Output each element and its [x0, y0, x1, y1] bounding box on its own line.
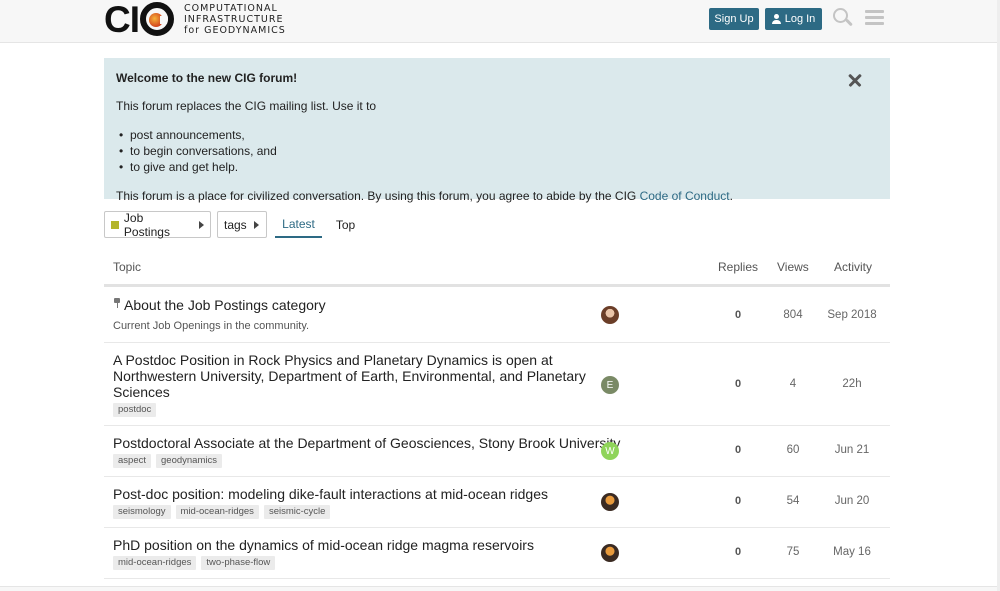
welcome-banner: Welcome to the new CIG forum! This forum…	[104, 58, 890, 203]
logo-text-line1: COMPUTATIONAL	[184, 2, 278, 14]
code-of-conduct-link[interactable]: Code of Conduct	[640, 189, 730, 203]
user-icon	[771, 14, 781, 24]
views-count: 75	[786, 546, 800, 558]
banner-footer-text: This forum is a place for civilized conv…	[116, 189, 640, 203]
activity-date[interactable]: 22h	[822, 378, 882, 390]
banner-list-item: to begin conversations, and	[116, 143, 878, 159]
logo-mark-letters: CI	[104, 0, 140, 40]
log-in-label: Log In	[784, 13, 816, 25]
logo-text-line2: INFRASTRUCTURE	[184, 13, 284, 25]
topic-title-link[interactable]: PhD position on the dynamics of mid-ocea…	[113, 537, 534, 553]
close-icon[interactable]	[848, 73, 862, 87]
log-in-button[interactable]: Log In	[765, 8, 822, 30]
banner-list: post announcements, to begin conversatio…	[116, 127, 878, 175]
views-count: 4	[789, 378, 797, 390]
table-row: About the Job Postings category Current …	[104, 287, 890, 343]
banner-footer: This forum is a place for civilized conv…	[116, 189, 878, 203]
tag-list: postdoc	[113, 403, 157, 417]
views-count: 54	[786, 495, 800, 507]
tags-dropdown-label: tags	[224, 217, 247, 232]
banner-intro: This forum replaces the CIG mailing list…	[116, 99, 377, 113]
table-row: Postdoctoral Associate at the Department…	[104, 426, 890, 477]
topic-list-header: Topic Replies Views Activity	[104, 250, 890, 287]
replies-count: 0	[734, 546, 742, 558]
tag-seismic-cycle[interactable]: seismic-cycle	[263, 505, 331, 519]
activity-date[interactable]: Jun 20	[822, 495, 882, 507]
activity-date[interactable]: May 16	[822, 546, 882, 558]
tag-two-phase-flow[interactable]: two-phase-flow	[201, 556, 276, 570]
pin-icon	[113, 298, 121, 308]
topic-title-link[interactable]: About the Job Postings category	[113, 297, 326, 313]
tag-mid-ocean-ridges[interactable]: mid-ocean-ridges	[175, 505, 259, 519]
topic-title-link[interactable]: A Postdoc Position in Rock Physics and P…	[113, 352, 586, 400]
activity-date[interactable]: Sep 2018	[822, 309, 882, 321]
avatar[interactable]	[601, 493, 619, 511]
avatar[interactable]	[601, 544, 619, 562]
tag-list: mid-ocean-ridges two-phase-flow	[113, 556, 276, 570]
category-dropdown[interactable]: Job Postings	[104, 210, 211, 239]
cig-logo[interactable]: CI COMPUTATIONAL INFRASTRUCTURE for GEOD…	[104, 1, 286, 38]
sign-up-button[interactable]: Sign Up	[709, 8, 759, 30]
banner-footer-end: .	[729, 189, 733, 203]
replies-count: 0	[734, 309, 742, 321]
site-header: CI COMPUTATIONAL INFRASTRUCTURE for GEOD…	[0, 0, 1000, 43]
topic-title-link[interactable]: Post-doc position: modeling dike-fault i…	[113, 486, 548, 502]
tag-geodynamics[interactable]: geodynamics	[156, 454, 222, 468]
banner-list-item: post announcements,	[116, 127, 878, 143]
page-bottom-edge	[0, 586, 1000, 591]
topic-title-link[interactable]: Postdoctoral Associate at the Department…	[113, 435, 620, 451]
activity-date[interactable]: Jun 21	[822, 444, 882, 456]
tab-latest[interactable]: Latest	[275, 211, 322, 238]
category-color-swatch	[111, 220, 119, 229]
table-row: PhD position on the dynamics of mid-ocea…	[104, 528, 890, 579]
caret-right-icon	[253, 220, 259, 229]
tag-mid-ocean-ridges[interactable]: mid-ocean-ridges	[113, 556, 197, 570]
tab-top[interactable]: Top	[333, 211, 358, 238]
banner-list-item: to give and get help.	[116, 159, 878, 175]
tag-postdoc[interactable]: postdoc	[113, 403, 157, 417]
views-count: 804	[783, 309, 803, 321]
topic-title-line: Northwestern University, Department of E…	[113, 368, 586, 384]
table-row: A Postdoc Position in Rock Physics and P…	[104, 343, 890, 426]
caret-right-icon	[199, 220, 204, 229]
hamburger-icon[interactable]	[865, 9, 884, 26]
table-row: Post-doc position: modeling dike-fault i…	[104, 477, 890, 528]
category-dropdown-label: Job Postings	[123, 210, 170, 239]
views-count: 60	[786, 444, 800, 456]
logo-mark: CI	[104, 1, 174, 38]
logo-g-icon	[140, 2, 174, 36]
banner-title: Welcome to the new CIG forum!	[116, 71, 298, 85]
topic-title-line: A Postdoc Position in Rock Physics and P…	[113, 352, 553, 368]
replies-count: 0	[734, 444, 742, 456]
search-icon[interactable]	[833, 8, 853, 28]
column-header-replies[interactable]: Replies	[718, 260, 758, 274]
topic-title-text: About the Job Postings category	[124, 297, 326, 313]
logo-text: COMPUTATIONAL INFRASTRUCTURE for GEODYNA…	[184, 3, 286, 36]
column-header-activity[interactable]: Activity	[834, 260, 872, 274]
avatar[interactable]: W	[601, 442, 619, 460]
avatar[interactable]	[601, 306, 619, 324]
tag-list: aspect geodynamics	[113, 454, 222, 468]
topic-excerpt: Current Job Openings in the community.	[113, 320, 310, 332]
replies-count: 0	[734, 495, 742, 507]
column-header-views[interactable]: Views	[777, 260, 809, 274]
replies-count: 0	[734, 378, 742, 390]
tag-aspect[interactable]: aspect	[113, 454, 151, 468]
tags-dropdown[interactable]: tags	[217, 211, 267, 238]
avatar[interactable]: E	[601, 376, 619, 394]
topic-list: Topic Replies Views Activity About the J…	[104, 250, 890, 579]
tag-list: seismology mid-ocean-ridges seismic-cycl…	[113, 505, 331, 519]
column-header-topic[interactable]: Topic	[113, 260, 141, 274]
tag-seismology[interactable]: seismology	[113, 505, 171, 519]
logo-text-line3: for GEODYNAMICS	[184, 24, 286, 36]
topic-title-line: Sciences	[113, 384, 170, 400]
